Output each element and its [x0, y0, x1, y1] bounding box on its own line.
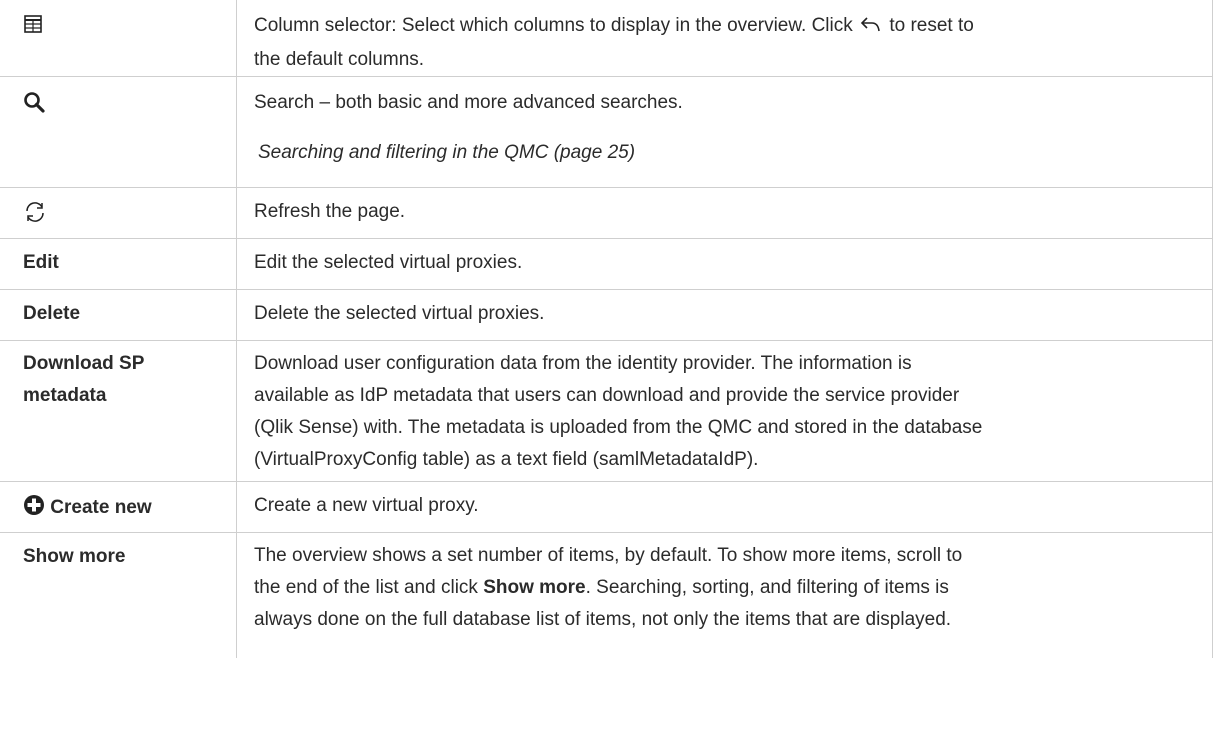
table-row: Refresh the page. [0, 187, 1213, 239]
edit-label: Edit [23, 252, 59, 273]
show-more-label: Show more [23, 546, 126, 567]
table-row: Edit Edit the selected virtual proxies. [0, 238, 1213, 290]
table-row: Show more The overview shows a set numbe… [0, 532, 1213, 658]
refresh-icon [23, 200, 47, 230]
undo-arrow-icon [860, 12, 882, 44]
options-table: Column selector: Select which columns to… [0, 0, 1213, 658]
delete-label: Delete [23, 303, 81, 324]
column-selector-desc: Column selector: Select which columns to… [254, 10, 1202, 44]
download-sp-metadata-label: Download SP metadata [23, 353, 145, 406]
table-row: Create new Create a new virtual proxy. [0, 481, 1213, 533]
table-row: Column selector: Select which columns to… [0, 0, 1213, 77]
table-row: Download SP metadata Download user confi… [0, 340, 1213, 482]
create-new-label: Create new [23, 492, 220, 527]
table-row: Delete Delete the selected virtual proxi… [0, 289, 1213, 341]
table-row: Search – both basic and more advanced se… [0, 76, 1213, 188]
magnifier-icon [23, 91, 45, 119]
table-grid-icon [23, 14, 43, 40]
searching-filtering-link[interactable]: Searching and filtering in the QMC (page… [258, 137, 1202, 169]
plus-circle-icon [23, 494, 45, 527]
